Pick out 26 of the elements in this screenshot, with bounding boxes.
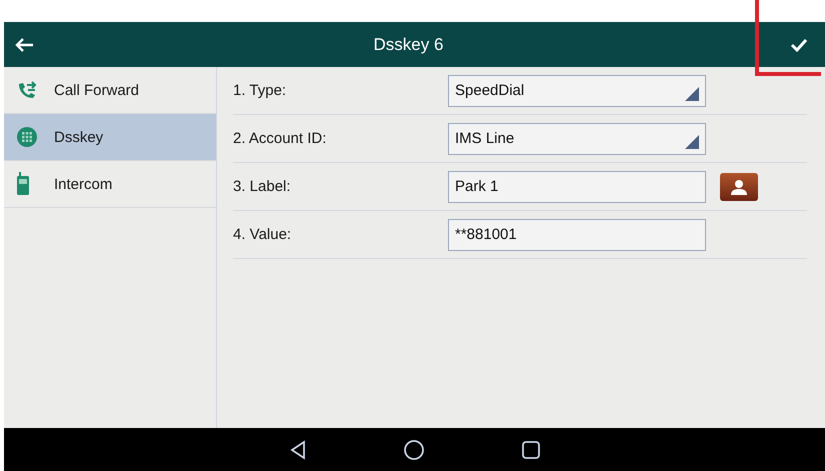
- contacts-button[interactable]: [720, 172, 758, 200]
- nav-back-button[interactable]: [288, 440, 306, 460]
- field-label: 4. Value:: [233, 226, 292, 243]
- dropdown-corner-icon: [685, 134, 699, 148]
- sidebar-item-label: Dsskey: [54, 128, 104, 146]
- dropdown-field[interactable]: SpeedDial: [448, 74, 706, 106]
- screen-title: Dsskey 6: [372, 34, 444, 54]
- back-arrow-icon: [14, 36, 34, 52]
- sidebar-item[interactable]: Dsskey: [4, 114, 216, 161]
- checkmark-icon: [790, 38, 808, 52]
- handset-icon: [16, 172, 30, 196]
- field-label: 1. Type:: [233, 82, 288, 99]
- keypad-icon: [16, 126, 38, 148]
- sidebar-item-label: Intercom: [54, 176, 112, 192]
- sidebar-item[interactable]: Intercom: [4, 161, 216, 208]
- input-field[interactable]: **881001: [448, 218, 706, 250]
- nav-home-button[interactable]: [402, 438, 424, 460]
- sidebar-item-label: Call Forward: [54, 82, 140, 98]
- dropdown-field[interactable]: IMS Line: [448, 122, 706, 154]
- dropdown-corner-icon: [685, 86, 699, 100]
- field-label: 3. Label:: [233, 178, 292, 195]
- call-forward-icon: [16, 79, 38, 101]
- field-label: 2. Account ID:: [233, 130, 328, 147]
- nav-recent-button[interactable]: [520, 440, 540, 460]
- input-field[interactable]: Park 1: [448, 170, 706, 202]
- person-icon: [730, 178, 748, 194]
